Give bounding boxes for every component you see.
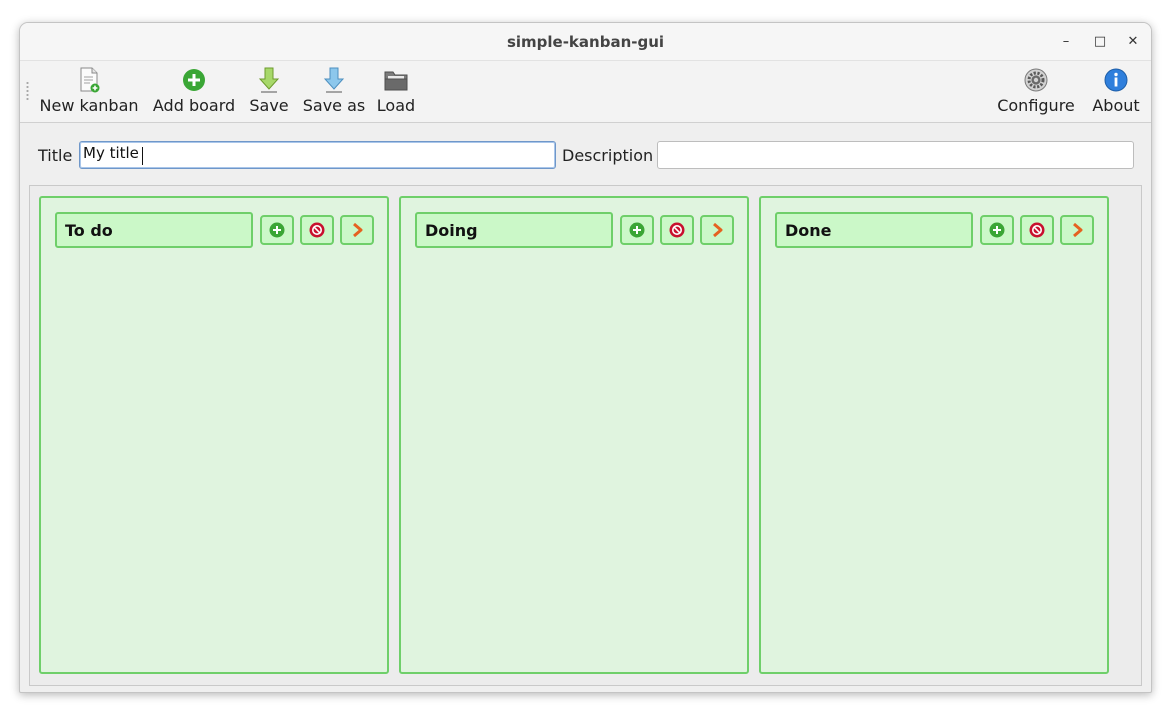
chevron-right-icon — [713, 222, 723, 238]
save-label: Save — [249, 96, 289, 115]
board-area: To do Doing Done — [29, 185, 1142, 686]
save-button[interactable]: Save — [249, 65, 289, 119]
save-as-arrow-icon — [321, 67, 347, 93]
remove-circle-icon — [309, 222, 325, 238]
move-board-right-button[interactable] — [340, 215, 374, 245]
remove-board-button[interactable] — [300, 215, 334, 245]
folder-icon — [383, 67, 409, 93]
chevron-right-icon — [1073, 222, 1083, 238]
toolbar-grip-handle[interactable] — [26, 81, 29, 101]
save-as-label: Save as — [302, 96, 366, 115]
maximize-button[interactable]: □ — [1090, 32, 1110, 52]
board-column-to-do: To do — [39, 196, 389, 674]
board-title-field[interactable]: Done — [775, 212, 973, 248]
about-button[interactable]: About — [1090, 65, 1142, 119]
add-card-button[interactable] — [260, 215, 294, 245]
board-title-field[interactable]: Doing — [415, 212, 613, 248]
title-field[interactable]: My title — [79, 141, 556, 169]
remove-circle-icon — [1029, 222, 1045, 238]
new-document-icon — [76, 67, 102, 93]
info-icon — [1103, 67, 1129, 93]
load-label: Load — [376, 96, 416, 115]
title-bar[interactable]: simple-kanban-gui – □ ✕ — [20, 23, 1151, 61]
new-kanban-label: New kanban — [39, 96, 139, 115]
move-board-right-button[interactable] — [1060, 215, 1094, 245]
save-as-button[interactable]: Save as — [303, 65, 365, 119]
close-button[interactable]: ✕ — [1123, 32, 1143, 52]
window-title: simple-kanban-gui — [506, 33, 665, 51]
configure-label: Configure — [997, 96, 1075, 115]
board-title-field[interactable]: To do — [55, 212, 253, 248]
app-window: simple-kanban-gui – □ ✕ New kanban Add b… — [19, 22, 1152, 693]
add-circle-icon — [989, 222, 1005, 238]
minimize-button[interactable]: – — [1056, 32, 1076, 52]
configure-button[interactable]: Configure — [996, 65, 1076, 119]
remove-board-button[interactable] — [660, 215, 694, 245]
add-card-button[interactable] — [980, 215, 1014, 245]
add-board-label: Add board — [152, 96, 236, 115]
add-circle-icon — [181, 67, 207, 93]
add-circle-icon — [269, 222, 285, 238]
toolbar: New kanban Add board Save Save as Load C… — [20, 61, 1151, 123]
move-board-right-button[interactable] — [700, 215, 734, 245]
title-label: Title — [38, 146, 73, 165]
add-board-button[interactable]: Add board — [153, 65, 235, 119]
board-column-done: Done — [759, 196, 1109, 674]
board-column-doing: Doing — [399, 196, 749, 674]
remove-board-button[interactable] — [1020, 215, 1054, 245]
gear-icon — [1023, 67, 1049, 93]
chevron-right-icon — [353, 222, 363, 238]
about-label: About — [1092, 96, 1140, 115]
new-kanban-button[interactable]: New kanban — [39, 65, 139, 119]
remove-circle-icon — [669, 222, 685, 238]
add-circle-icon — [629, 222, 645, 238]
load-button[interactable]: Load — [376, 65, 416, 119]
add-card-button[interactable] — [620, 215, 654, 245]
text-caret — [142, 147, 143, 165]
description-label: Description — [562, 146, 654, 165]
title-field-value: My title — [83, 144, 139, 162]
description-field[interactable] — [657, 141, 1134, 169]
kanban-form: Title My title Description — [20, 123, 1151, 185]
save-arrow-icon — [256, 67, 282, 93]
